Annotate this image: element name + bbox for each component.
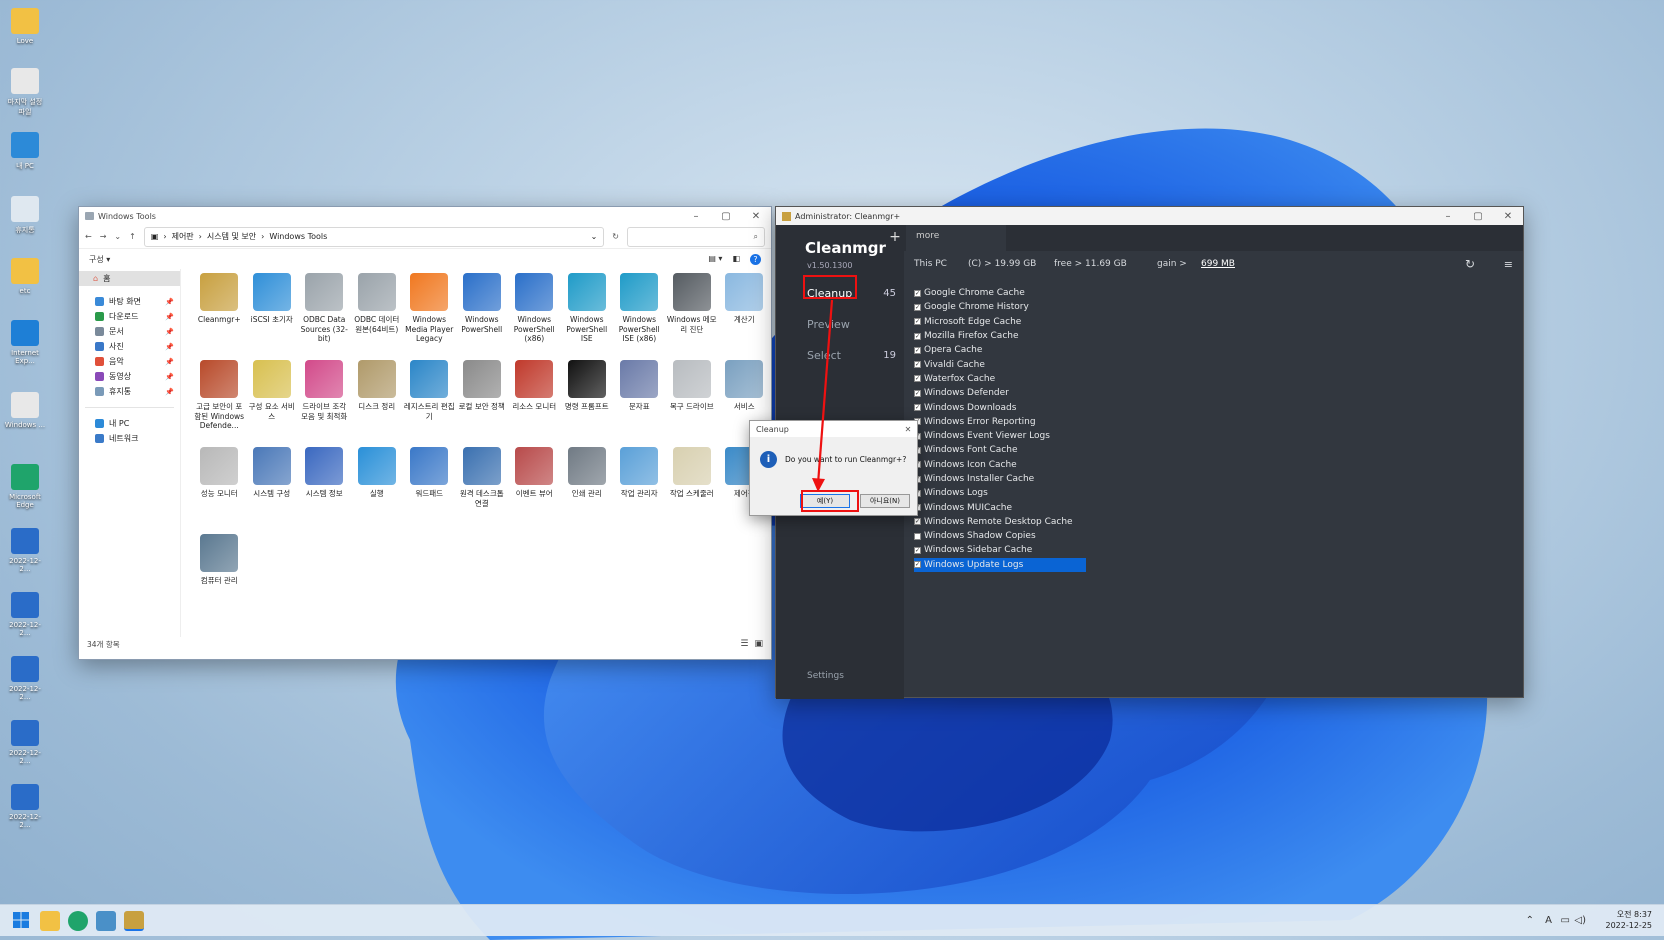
ime-indicator[interactable]: A xyxy=(1545,915,1552,926)
control-panel-taskbar-icon[interactable] xyxy=(96,911,116,931)
file-explorer-taskbar-icon[interactable] xyxy=(40,911,60,931)
volume-icon[interactable]: ◁) xyxy=(1574,915,1586,926)
chevron-up-icon[interactable]: ⌃ xyxy=(1526,915,1534,926)
start-button[interactable] xyxy=(12,911,32,931)
annotation-arrow xyxy=(812,299,834,492)
taskbar: ⌃ A ▭ ◁) 오전 8:37 2022-12-25 xyxy=(0,904,1664,936)
edge-taskbar-icon[interactable] xyxy=(68,911,88,931)
clock[interactable]: 오전 8:37 2022-12-25 xyxy=(1606,909,1653,931)
network-icon[interactable]: ▭ xyxy=(1561,915,1570,926)
cleanmgr-taskbar-icon[interactable] xyxy=(124,911,144,931)
